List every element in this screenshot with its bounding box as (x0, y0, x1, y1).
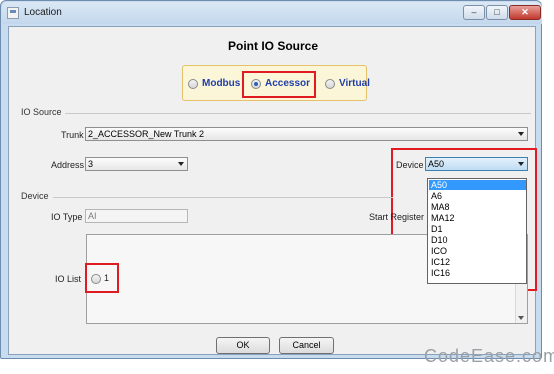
cancel-button[interactable]: Cancel (279, 337, 334, 354)
section-divider (53, 197, 393, 198)
device-option[interactable]: A6 (429, 191, 526, 201)
device-option[interactable]: D10 (429, 235, 526, 245)
ok-button[interactable]: OK (216, 337, 270, 354)
device-option[interactable]: MA12 (429, 213, 526, 223)
device-option[interactable]: IC16 (429, 268, 526, 278)
io-list-item-radio[interactable] (91, 274, 101, 284)
io-list-label: IO List (55, 274, 82, 284)
source-radio-group: Modbus Accessor Virtual (182, 65, 370, 101)
title-bar[interactable]: Location – □ ✕ (2, 2, 542, 24)
io-type-label: IO Type (51, 212, 83, 222)
trunk-label: Trunk (61, 130, 84, 140)
device-option[interactable]: IC12 (429, 257, 526, 267)
trunk-dropdown[interactable]: 2_ACCESSOR_New Trunk 2 (85, 127, 528, 141)
watermark: CodeEase.com (424, 346, 554, 366)
io-type-field: AI (85, 209, 188, 223)
virtual-radio[interactable] (325, 79, 335, 89)
device-option[interactable]: D1 (429, 224, 526, 234)
dialog-content: Point IO Source Modbus Accessor Virtual … (8, 26, 537, 355)
window-icon (7, 7, 19, 19)
scroll-down-icon[interactable] (518, 316, 524, 320)
device-value: A50 (428, 159, 445, 169)
trunk-value: 2_ACCESSOR_New Trunk 2 (88, 129, 205, 139)
device-option[interactable]: A50 (429, 180, 526, 190)
window-title: Location (24, 7, 62, 18)
start-register-label: Start Register (369, 212, 425, 222)
close-button[interactable]: ✕ (509, 5, 541, 20)
minimize-button[interactable]: – (463, 5, 485, 20)
section-divider (65, 113, 531, 114)
page-title: Point IO Source (227, 39, 318, 53)
io-list-item-label[interactable]: 1 (104, 273, 109, 283)
device-dropdown-list[interactable]: A50 A6 MA8 MA12 D1 D10 ICO IC12 IC16 (427, 178, 527, 284)
address-value: 3 (88, 159, 94, 169)
device-label: Device (396, 160, 424, 170)
chevron-down-icon (518, 162, 524, 166)
device-section-label: Device (21, 191, 49, 201)
address-label: Address (51, 160, 85, 170)
device-dropdown[interactable]: A50 (425, 157, 528, 171)
address-dropdown[interactable]: 3 (85, 157, 188, 171)
modbus-radio[interactable] (188, 79, 198, 89)
virtual-label[interactable]: Virtual (339, 78, 370, 89)
accessor-radio[interactable] (251, 79, 261, 89)
chevron-down-icon (178, 162, 184, 166)
maximize-button[interactable]: □ (486, 5, 508, 20)
io-source-section-label: IO Source (21, 107, 62, 117)
device-option[interactable]: MA8 (429, 202, 526, 212)
chevron-down-icon (518, 132, 524, 136)
accessor-label[interactable]: Accessor (265, 78, 310, 89)
modbus-label[interactable]: Modbus (202, 78, 240, 89)
dialog-window: Location – □ ✕ Point IO Source Modbus Ac… (0, 0, 542, 359)
device-option[interactable]: ICO (429, 246, 526, 256)
